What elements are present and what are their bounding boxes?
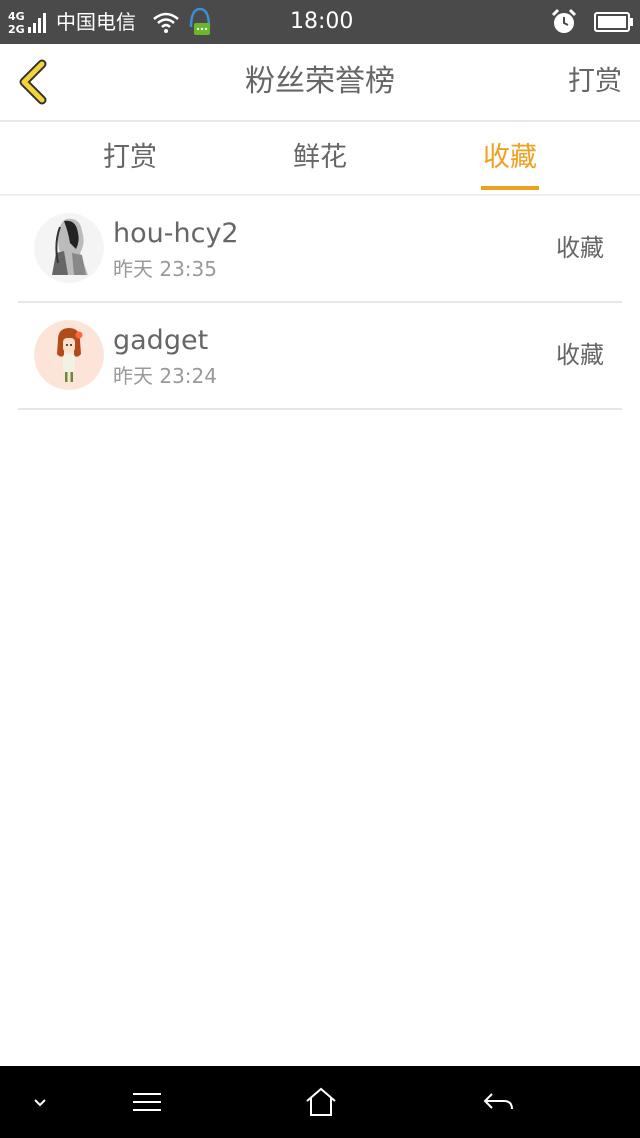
cartoon-girl-avatar-icon xyxy=(34,320,104,390)
signal-icon: 4G 2G xyxy=(8,10,46,35)
tab-label: 鲜花 xyxy=(293,142,347,173)
timestamp: 昨天 23:24 xyxy=(113,364,217,388)
svg-text:4G: 4G xyxy=(8,10,25,23)
tab-label: 收藏 xyxy=(483,142,537,173)
page-title: 粉丝荣誉榜 xyxy=(245,64,395,99)
list-item[interactable]: hou-hcy2 昨天 23:35 收藏 xyxy=(18,196,622,303)
action-label: 收藏 xyxy=(556,234,604,262)
app-notification-icon xyxy=(189,7,211,35)
tab-bar: 打赏 鲜花 收藏 xyxy=(0,122,640,196)
action-label: 收藏 xyxy=(556,341,604,369)
tab-flowers[interactable]: 鲜花 xyxy=(240,122,400,194)
list-item[interactable]: gadget 昨天 23:24 收藏 xyxy=(18,303,622,410)
menu-icon[interactable] xyxy=(129,1084,165,1120)
home-icon[interactable] xyxy=(303,1084,339,1120)
avatar xyxy=(34,213,104,283)
tab-reward[interactable]: 打赏 xyxy=(50,122,210,194)
carrier-name: 中国电信 xyxy=(56,10,136,34)
tab-favorites[interactable]: 收藏 xyxy=(430,122,590,194)
battery-icon xyxy=(594,12,633,32)
title-bar: 粉丝荣誉榜 打赏 xyxy=(0,44,640,122)
username: hou-hcy2 xyxy=(113,218,239,249)
username: gadget xyxy=(113,325,209,356)
wifi-icon xyxy=(153,12,179,33)
nav-bar xyxy=(0,1066,640,1138)
tab-label: 打赏 xyxy=(103,142,157,173)
sketch-girl-avatar-icon xyxy=(34,213,104,283)
chevron-down-icon[interactable] xyxy=(22,1084,58,1120)
back-arrow-icon[interactable] xyxy=(480,1084,516,1120)
alarm-icon xyxy=(551,8,577,33)
status-bar: 4G 2G 中国电信 18:00 xyxy=(0,0,640,44)
active-tab-indicator xyxy=(481,186,539,190)
status-time: 18:00 xyxy=(290,9,354,34)
avatar xyxy=(34,320,104,390)
svg-text:2G: 2G xyxy=(8,23,25,35)
reward-button[interactable]: 打赏 xyxy=(568,64,622,100)
timestamp: 昨天 23:35 xyxy=(113,257,217,281)
fan-list: hou-hcy2 昨天 23:35 收藏 gadget 昨天 23:24 收藏 xyxy=(18,196,622,410)
